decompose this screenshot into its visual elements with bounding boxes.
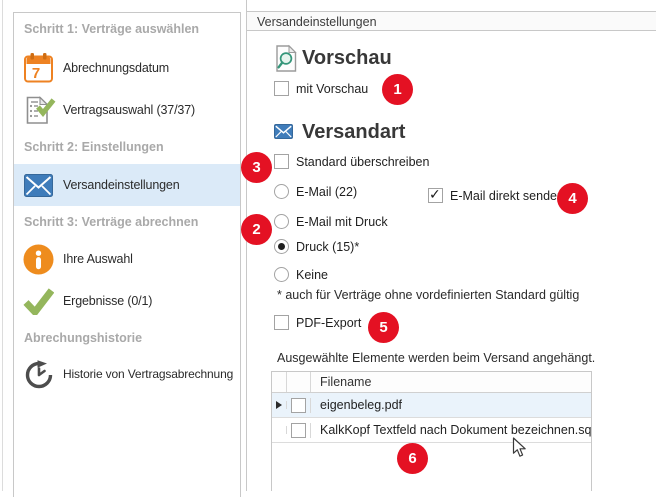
mit-vorschau-label: mit Vorschau <box>296 82 368 96</box>
attachments-note: Ausgewählte Elemente werden beim Versand… <box>277 351 595 365</box>
panel-divider <box>246 0 247 491</box>
row-checkbox[interactable] <box>291 423 306 438</box>
radio-email-label: E-Mail (22) <box>296 185 357 199</box>
history-icon <box>23 358 54 390</box>
pdf-export-checkbox[interactable] <box>274 315 289 330</box>
table-header-row: Filename <box>272 372 591 393</box>
email-direkt-senden-checkbox[interactable] <box>428 188 443 203</box>
radio-email[interactable] <box>274 184 289 199</box>
radio-druck-label: Druck (15)* <box>296 240 359 254</box>
versandart-icon <box>274 124 293 144</box>
sidebar-item-label: Ergebnisse (0/1) <box>63 294 152 308</box>
preview-heading: Vorschau <box>302 47 392 70</box>
row-checkbox[interactable] <box>291 398 306 413</box>
sidebar-item-label: Abrechnungsdatum <box>63 61 169 75</box>
section-step1: Schritt 1: Verträge auswählen <box>24 22 234 36</box>
sidebar-item-vertragsauswahl[interactable]: Vertragsauswahl (37/37) <box>14 89 240 131</box>
sidebar-item-abrechnungsdatum[interactable]: 7 Abrechnungsdatum <box>14 47 240 89</box>
sidebar-item-label: Ihre Auswahl <box>63 252 133 266</box>
radio-keine-label: Keine <box>296 268 328 282</box>
sidebar-item-ergebnisse[interactable]: Ergebnisse (0/1) <box>14 280 240 322</box>
radio-email-mit-druck-label: E-Mail mit Druck <box>296 215 388 229</box>
versandart-footnote: * auch für Verträge ohne vordefinierten … <box>277 288 579 302</box>
table-row[interactable]: KalkKopf Textfeld nach Dokument bezeichn… <box>272 418 591 443</box>
section-step2: Schritt 2: Einstellungen <box>24 140 234 154</box>
contract-check-icon <box>23 94 54 126</box>
filename-cell: eigenbeleg.pdf <box>311 398 591 412</box>
annotation-badge-5: 5 <box>368 312 399 343</box>
window-edge <box>2 0 3 491</box>
sidebar-item-ihre-auswahl[interactable]: Ihre Auswahl <box>14 238 240 280</box>
annotation-badge-1: 1 <box>382 74 413 105</box>
panel-title: Versandeinstellungen <box>247 11 656 31</box>
email-direkt-senden-label: E-Mail direkt senden <box>450 189 564 203</box>
sidebar-item-label: Vertragsauswahl (37/37) <box>63 103 195 117</box>
filename-header: Filename <box>311 372 591 392</box>
current-row-indicator <box>276 401 282 409</box>
radio-keine[interactable] <box>274 267 289 282</box>
calendar-7-icon: 7 <box>23 52 54 84</box>
sidebar-item-label: Historie von Vertragsabrechnung <box>63 367 233 381</box>
mit-vorschau-checkbox[interactable] <box>274 81 289 96</box>
versandart-heading: Versandart <box>302 121 405 144</box>
row-indicator-header-cell <box>272 372 287 392</box>
sidebar-item-historie[interactable]: Historie von Vertragsabrechnung <box>14 353 240 395</box>
preview-icon <box>276 45 297 77</box>
radio-email-mit-druck[interactable] <box>274 214 289 229</box>
wizard-sidebar: Schritt 1: Verträge auswählen 7 Abrechnu… <box>13 12 241 497</box>
radio-druck[interactable] <box>274 239 289 254</box>
pdf-export-label: PDF-Export <box>296 316 361 330</box>
checkmark-icon <box>23 285 54 317</box>
section-history: Abrechungshistorie <box>24 331 234 345</box>
filename-cell: KalkKopf Textfeld nach Dokument bezeichn… <box>311 423 591 437</box>
checkbox-header-cell <box>287 372 311 392</box>
annotation-badge-3: 3 <box>241 152 272 183</box>
sidebar-item-label: Versandeinstellungen <box>63 178 180 192</box>
annotation-badge-2: 2 <box>241 214 272 245</box>
sidebar-item-versandeinstellungen[interactable]: Versandeinstellungen <box>14 164 240 206</box>
section-step3: Schritt 3: Verträge abrechnen <box>24 215 234 229</box>
svg-text:7: 7 <box>32 65 40 82</box>
info-icon <box>23 243 54 275</box>
annotation-badge-6: 6 <box>397 443 428 474</box>
attachments-table: Filename eigenbeleg.pdf KalkKopf Textfel… <box>271 371 592 491</box>
annotation-badge-4: 4 <box>557 183 588 214</box>
standard-ueberschreiben-checkbox[interactable] <box>274 154 289 169</box>
table-row[interactable]: eigenbeleg.pdf <box>272 393 591 418</box>
mouse-cursor <box>512 437 527 464</box>
standard-ueberschreiben-label: Standard überschreiben <box>296 155 429 169</box>
envelope-icon <box>23 169 54 201</box>
